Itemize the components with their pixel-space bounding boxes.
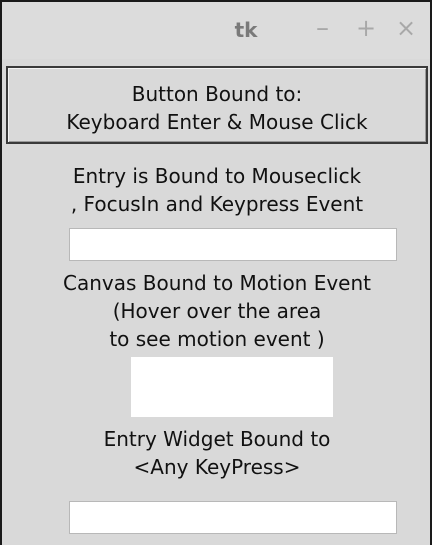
bound-button-label-line2: Keyboard Enter & Mouse Click	[66, 110, 368, 134]
canvas-bound-label-line2: (Hover over the area	[112, 299, 322, 323]
minimize-icon[interactable]: –	[316, 14, 329, 42]
entry-bound-label: Entry is Bound to Mouseclick , FocusIn a…	[6, 162, 428, 218]
entry-bound-label-line1: Entry is Bound to Mouseclick	[72, 164, 362, 188]
event-entry-field[interactable]	[69, 228, 397, 261]
title-bar[interactable]: tk – + ×	[2, 2, 430, 59]
keypress-entry-label: Entry Widget Bound to <Any KeyPress>	[6, 425, 428, 481]
canvas-bound-label-line1: Canvas Bound to Motion Event	[62, 271, 372, 295]
canvas-bound-label: Canvas Bound to Motion Event (Hover over…	[6, 269, 428, 353]
bound-button-label-line1: Button Bound to:	[131, 82, 303, 106]
bound-button[interactable]: Button Bound to: Keyboard Enter & Mouse …	[6, 66, 428, 144]
tk-window: tk – + × Button Bound to: Keyboard Enter…	[0, 0, 432, 545]
motion-canvas[interactable]	[131, 357, 333, 417]
canvas-bound-label-line3: to see motion event )	[109, 327, 325, 351]
keypress-entry-field[interactable]	[69, 501, 397, 534]
maximize-icon[interactable]: +	[356, 14, 376, 42]
keypress-entry-label-line1: Entry Widget Bound to	[103, 427, 331, 451]
keypress-entry-label-line2: <Any KeyPress>	[133, 455, 301, 479]
close-icon[interactable]: ×	[396, 14, 416, 42]
entry-bound-label-line2: , FocusIn and Keypress Event	[70, 192, 364, 216]
